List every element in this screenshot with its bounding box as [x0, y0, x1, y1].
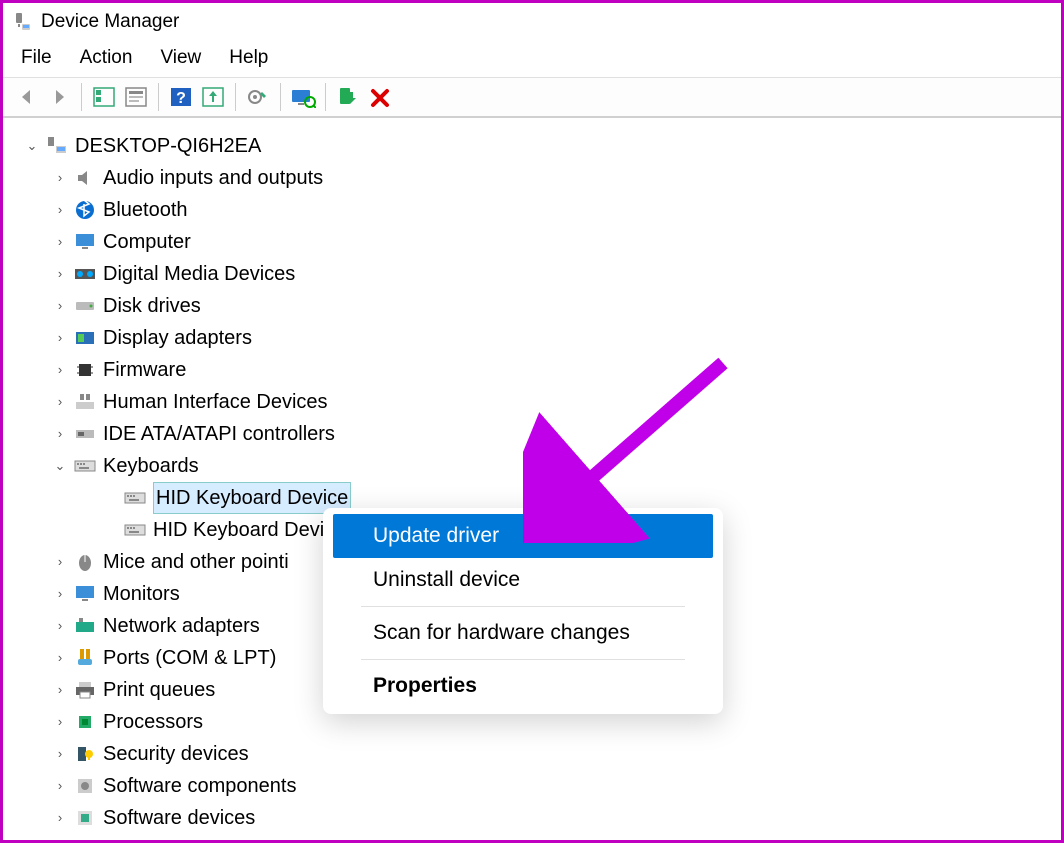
chevron-right-icon[interactable]: › [51, 648, 69, 668]
title-bar: Device Manager [3, 3, 1061, 41]
chevron-right-icon[interactable]: › [51, 744, 69, 764]
tree-item-sw-devices[interactable]: ›Software devices [11, 802, 1053, 834]
tree-item-sw-components[interactable]: ›Software components [11, 770, 1053, 802]
root-label: DESKTOP-QI6H2EA [75, 131, 261, 161]
help-icon[interactable]: ? [167, 83, 195, 111]
menu-help[interactable]: Help [229, 47, 268, 69]
chevron-right-icon[interactable]: › [51, 296, 69, 316]
ctx-properties[interactable]: Properties [333, 664, 713, 708]
chevron-right-icon[interactable]: › [51, 552, 69, 572]
tree-item-digital-media[interactable]: ›Digital Media Devices [11, 258, 1053, 290]
window-title: Device Manager [41, 11, 179, 33]
toolbar: ? [3, 78, 1061, 118]
chevron-right-icon[interactable]: › [51, 360, 69, 380]
bluetooth-icon [73, 199, 97, 221]
tree-item-computer[interactable]: ›Computer [11, 226, 1053, 258]
device-tree: ⌄ DESKTOP-QI6H2EA ›Audio inputs and outp… [3, 118, 1061, 846]
chevron-right-icon[interactable]: › [51, 680, 69, 700]
chevron-right-icon[interactable]: › [51, 776, 69, 796]
disk-icon [73, 295, 97, 317]
monitor-icon [73, 231, 97, 253]
ctx-uninstall[interactable]: Uninstall device [333, 558, 713, 602]
menu-file[interactable]: File [21, 47, 52, 69]
speaker-icon [73, 167, 97, 189]
keyboard-icon [73, 455, 97, 477]
tree-item-disk[interactable]: ›Disk drives [11, 290, 1053, 322]
scan-hardware-icon[interactable] [289, 83, 317, 111]
properties-toolbar-icon[interactable] [122, 83, 150, 111]
tree-root[interactable]: ⌄ DESKTOP-QI6H2EA [11, 130, 1053, 162]
cpu-icon [73, 711, 97, 733]
device-manager-window: Device Manager File Action View Help ? ⌄… [0, 0, 1064, 843]
keyboard-icon [123, 487, 147, 509]
tree-item-security[interactable]: ›Security devices [11, 738, 1053, 770]
back-button[interactable] [13, 83, 41, 111]
chevron-right-icon[interactable]: › [51, 616, 69, 636]
app-icon [13, 12, 33, 32]
chevron-right-icon[interactable]: › [51, 264, 69, 284]
chevron-right-icon[interactable]: › [51, 424, 69, 444]
chevron-down-icon[interactable]: ⌄ [23, 136, 41, 156]
chevron-right-icon[interactable]: › [51, 712, 69, 732]
ide-icon [73, 423, 97, 445]
chevron-right-icon[interactable]: › [51, 328, 69, 348]
hid-icon [73, 391, 97, 413]
delete-icon[interactable] [366, 83, 394, 111]
show-all-icon[interactable] [90, 83, 118, 111]
menu-view[interactable]: View [160, 47, 201, 69]
ctx-separator [361, 659, 685, 660]
monitor-icon [73, 583, 97, 605]
tree-item-keyboards[interactable]: ⌄Keyboards [11, 450, 1053, 482]
network-icon [73, 615, 97, 637]
chip-icon [73, 359, 97, 381]
settings-icon[interactable] [244, 83, 272, 111]
tree-item-firmware[interactable]: ›Firmware [11, 354, 1053, 386]
security-icon [73, 743, 97, 765]
chevron-right-icon[interactable]: › [51, 168, 69, 188]
ctx-separator [361, 606, 685, 607]
display-adapter-icon [73, 327, 97, 349]
uninstall-icon[interactable] [334, 83, 362, 111]
chevron-right-icon[interactable]: › [51, 232, 69, 252]
media-icon [73, 263, 97, 285]
svg-text:?: ? [176, 90, 186, 107]
tree-item-hid[interactable]: ›Human Interface Devices [11, 386, 1053, 418]
tree-item-audio[interactable]: ›Audio inputs and outputs [11, 162, 1053, 194]
menu-action[interactable]: Action [80, 47, 133, 69]
selected-device: HID Keyboard Device [153, 482, 351, 514]
tree-item-display[interactable]: ›Display adapters [11, 322, 1053, 354]
chevron-right-icon[interactable]: › [51, 392, 69, 412]
computer-icon [45, 135, 69, 157]
component-icon [73, 775, 97, 797]
ctx-scan[interactable]: Scan for hardware changes [333, 611, 713, 655]
chevron-right-icon[interactable]: › [51, 584, 69, 604]
keyboard-icon [123, 519, 147, 541]
chevron-right-icon[interactable]: › [51, 808, 69, 828]
printer-icon [73, 679, 97, 701]
chevron-right-icon[interactable]: › [51, 200, 69, 220]
port-icon [73, 647, 97, 669]
chevron-down-icon[interactable]: ⌄ [51, 456, 69, 476]
context-menu: Update driver Uninstall device Scan for … [323, 508, 723, 714]
ctx-update-driver[interactable]: Update driver [333, 514, 713, 558]
tree-item-ide[interactable]: ›IDE ATA/ATAPI controllers [11, 418, 1053, 450]
tree-item-bluetooth[interactable]: ›Bluetooth [11, 194, 1053, 226]
forward-button[interactable] [45, 83, 73, 111]
update-driver-icon[interactable] [199, 83, 227, 111]
menu-bar: File Action View Help [3, 41, 1061, 78]
mouse-icon [73, 551, 97, 573]
software-icon [73, 807, 97, 829]
